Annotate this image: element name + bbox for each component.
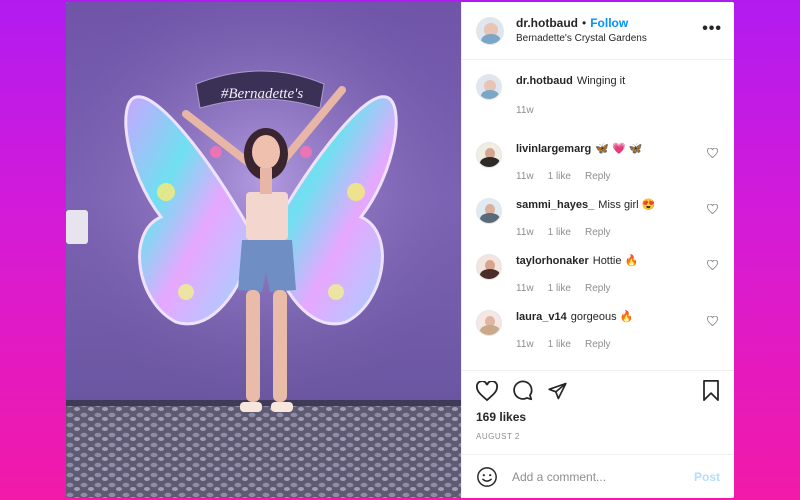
reply-button[interactable]: Reply	[585, 337, 611, 352]
comment-avatar[interactable]	[476, 198, 502, 224]
post-actions-bar	[462, 370, 734, 410]
comment-avatar[interactable]	[476, 142, 502, 168]
instagram-post-card: #Bernadette's dr.hotbaud • Follow Bernad…	[66, 2, 734, 498]
comment-bubble-icon[interactable]	[512, 380, 533, 401]
comment-likes[interactable]: 1 like	[548, 337, 571, 352]
comment-item: sammi_hayes_ Miss girl 😍 11w 1 like Reply	[476, 198, 720, 240]
comment-time: 11w	[516, 227, 534, 238]
reply-button[interactable]: Reply	[585, 169, 611, 184]
comment-avatar[interactable]	[476, 310, 502, 336]
comment-username[interactable]: taylorhonaker	[516, 255, 589, 267]
comment-likes[interactable]: 1 like	[548, 225, 571, 240]
like-heart-icon[interactable]	[476, 380, 498, 401]
post-header: dr.hotbaud • Follow Bernadette's Crystal G…	[462, 2, 734, 60]
post-date[interactable]: AUGUST 2	[476, 432, 520, 441]
comment-composer: Post	[462, 454, 734, 498]
comment-item: taylorhonaker Hottie 🔥 11w 1 like Reply	[476, 254, 720, 296]
comment-likes[interactable]: 1 like	[548, 169, 571, 184]
reply-button[interactable]: Reply	[585, 281, 611, 296]
follow-button[interactable]: Follow	[590, 16, 628, 30]
share-paper-plane-icon[interactable]	[547, 381, 568, 401]
post-photo-illustration: #Bernadette's	[66, 2, 461, 498]
post-sidebar: dr.hotbaud • Follow Bernadette's Crystal G…	[461, 2, 734, 498]
comment-avatar[interactable]	[476, 74, 502, 100]
comment-time: 11w	[516, 171, 534, 182]
comment-avatar[interactable]	[476, 254, 502, 280]
author-username[interactable]: dr.hotbaud	[516, 16, 578, 30]
post-location[interactable]: Bernadette's Crystal Gardens	[516, 31, 647, 46]
comment-text: Winging it	[576, 75, 626, 87]
svg-text:#Bernadette's: #Bernadette's	[221, 86, 304, 102]
comment-text: gorgeous 🔥	[570, 311, 634, 323]
reply-button[interactable]: Reply	[585, 225, 611, 240]
more-dots-icon[interactable]: •••	[702, 20, 722, 38]
comment-username[interactable]: livinlargemarg	[516, 143, 591, 155]
like-comment-heart-icon[interactable]	[707, 316, 718, 326]
header-separator: •	[582, 16, 587, 30]
add-comment-input[interactable]	[512, 469, 694, 484]
comment-text: Hottie 🔥	[592, 255, 639, 267]
comment-likes[interactable]: 1 like	[548, 281, 571, 296]
comment-text: Miss girl 😍	[598, 199, 656, 211]
post-header-text: dr.hotbaud • Follow Bernadette's Crystal G…	[516, 15, 647, 46]
comment-username[interactable]: dr.hotbaud	[516, 75, 573, 87]
like-comment-heart-icon[interactable]	[707, 260, 718, 270]
comments-list: dr.hotbaud Winging it 11w livinlargemarg 🦋…	[462, 60, 734, 352]
comment-time: 11w	[516, 339, 534, 350]
comment-time: 11w	[516, 283, 534, 294]
comment-item: dr.hotbaud Winging it 11w	[476, 74, 720, 118]
likes-count[interactable]: 169 likes	[476, 410, 526, 424]
save-bookmark-icon[interactable]	[702, 380, 720, 401]
comment-item: livinlargemarg 🦋 💗 🦋 11w 1 like Reply	[476, 142, 720, 184]
post-comment-button[interactable]: Post	[694, 470, 720, 484]
like-comment-heart-icon[interactable]	[707, 204, 718, 214]
comment-username[interactable]: sammi_hayes_	[516, 199, 594, 211]
wall-outlet	[66, 210, 88, 244]
comment-time: 11w	[516, 105, 534, 116]
comment-item: laura_v14 gorgeous 🔥 11w 1 like Reply	[476, 310, 720, 352]
post-photo[interactable]: #Bernadette's	[66, 2, 461, 498]
comment-text: 🦋 💗 🦋	[595, 143, 643, 155]
emoji-smiley-icon[interactable]	[476, 466, 498, 488]
author-avatar[interactable]	[476, 16, 504, 45]
comment-username[interactable]: laura_v14	[516, 311, 567, 323]
like-comment-heart-icon[interactable]	[707, 148, 718, 158]
